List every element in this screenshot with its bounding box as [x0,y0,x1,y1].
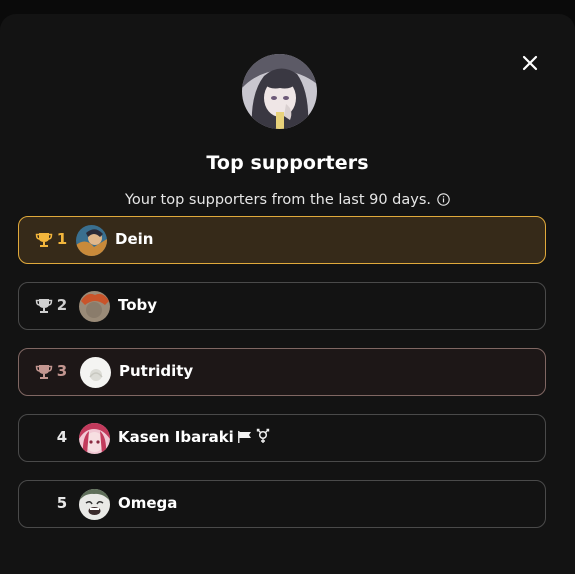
supporter-name: Toby [118,296,158,314]
close-button[interactable] [519,52,541,74]
transgender-symbol-icon [256,428,270,443]
trophy-icon [35,233,53,247]
supporter-name: Putridity [119,362,194,380]
supporter-row[interactable]: 3 Putridity [18,348,546,396]
supporter-row[interactable]: 5 Omega [18,480,546,528]
supporter-rank: 4 [56,428,68,446]
subtitle-text: Your top supporters from the last 90 day… [124,192,432,208]
supporter-row[interactable]: 2 Toby [18,282,546,330]
supporter-name: Dein [115,230,154,248]
supporter-rank: 2 [56,296,68,314]
close-icon [522,55,538,71]
avatar [76,225,107,256]
creator-avatar [242,54,317,129]
supporter-row[interactable]: 1 Dein [18,216,546,264]
modal-subtitle: Your top supporters from the last 90 day… [0,192,575,208]
supporter-rank: 5 [56,494,68,512]
info-icon[interactable] [437,193,450,206]
top-supporters-modal: Top supporters Your top supporters from … [0,14,575,574]
trophy-icon [35,365,53,379]
trophy-icon [35,299,53,313]
white-flag-icon [237,431,251,443]
avatar [79,291,110,322]
avatar [79,489,110,520]
supporter-name-text: Kasen Ibaraki [118,428,234,446]
modal-title: Top supporters [206,152,369,174]
supporter-rank: 3 [56,362,68,380]
supporter-name: Omega [118,494,178,512]
supporter-rank: 1 [56,230,68,248]
supporter-name: Kasen Ibaraki [118,428,270,446]
avatar [79,423,110,454]
supporter-row[interactable]: 4 Kasen Ibaraki [18,414,546,462]
avatar [80,357,111,388]
